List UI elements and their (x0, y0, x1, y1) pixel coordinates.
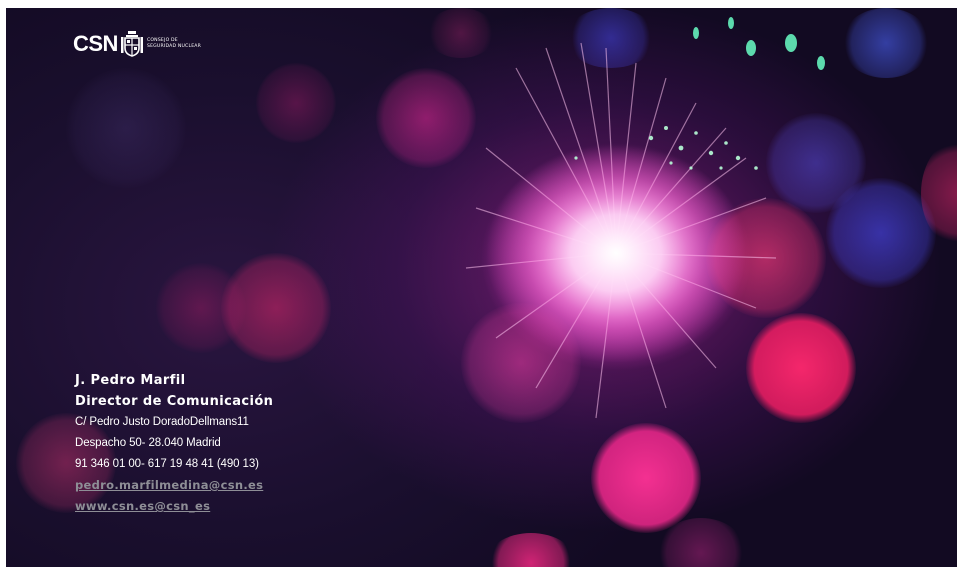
bokeh-light (66, 68, 186, 188)
contact-role: Director de Comunicación (75, 394, 274, 409)
contact-block: J. Pedro Marfil Director de Comunicación… (75, 370, 273, 517)
bokeh-light (486, 533, 576, 567)
bokeh-light (256, 63, 336, 143)
contact-name: J. Pedro Marfil (75, 373, 186, 388)
email-link[interactable]: pedro.marfilmedina@csn.es (75, 475, 273, 496)
logo-subtitle-line2: SEGURIDAD NUCLEAR (146, 44, 202, 49)
logo-wordmark: CSN (73, 31, 118, 56)
business-card: CSN CONSEJO DE SEGURIDAD NUCLEAR J. Pedr… (6, 8, 957, 567)
phone-numbers: 91 346 01 00- 617 19 48 41 (490 13) (75, 458, 259, 470)
address-line-2: Despacho 50- 28.040 Madrid (75, 437, 221, 449)
web-links: www.csn.es @csn_es (75, 496, 273, 517)
logo-subtitle: CONSEJO DE SEGURIDAD NUCLEAR (147, 38, 201, 49)
csn-logo: CSN CONSEJO DE SEGURIDAD NUCLEAR (73, 24, 201, 64)
bokeh-light (156, 263, 246, 353)
twitter-link[interactable]: @csn_es (154, 496, 210, 517)
fiber-optic-burst (465, 17, 825, 419)
coat-of-arms-icon (120, 31, 143, 57)
address-line-1: C/ Pedro Justo DoradoDellmans11 (75, 416, 249, 428)
website-link[interactable]: www.csn.es (75, 496, 154, 517)
